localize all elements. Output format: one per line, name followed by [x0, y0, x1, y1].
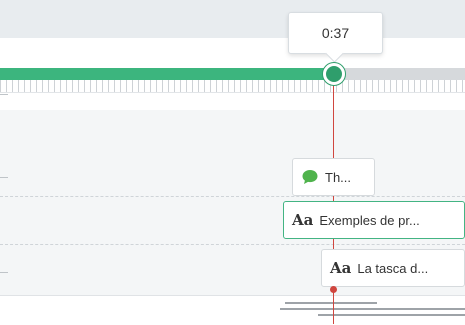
track-edge-marker: [0, 94, 8, 95]
caption-clip-label: Exemples de pr...: [319, 212, 420, 228]
scroll-indicator[interactable]: [285, 302, 377, 304]
track-divider: [0, 196, 465, 197]
ruler-divider: [0, 92, 465, 93]
playhead-marker: [330, 286, 337, 293]
caption-clip-label: Th...: [325, 169, 352, 185]
caption-clip-label: La tasca d...: [357, 260, 429, 276]
track-edge-marker: [0, 177, 8, 178]
track-edge-marker: [0, 272, 8, 273]
timeline-ruler[interactable]: [0, 80, 465, 92]
scroll-indicator[interactable]: [318, 314, 465, 316]
text-aa-icon: Aa: [330, 259, 352, 277]
chat-bubble-icon: [301, 168, 319, 186]
caption-clip-text[interactable]: Aa Exemples de pr...: [283, 201, 465, 239]
scroll-indicator[interactable]: [280, 308, 465, 310]
playhead-time-tooltip: 0:37: [288, 12, 383, 54]
text-aa-icon: Aa: [292, 211, 314, 229]
timeline-header: [0, 0, 465, 38]
track-divider: [0, 244, 465, 245]
playhead-handle[interactable]: [323, 63, 345, 85]
caption-clip-text[interactable]: Aa La tasca d...: [321, 249, 465, 287]
timeline-progress-fill: [0, 68, 331, 80]
timeline-footer: [0, 295, 465, 325]
caption-clip-comment[interactable]: Th...: [292, 158, 375, 196]
timeline-scrubber[interactable]: [0, 68, 465, 80]
playhead-time-label: 0:37: [321, 25, 350, 41]
